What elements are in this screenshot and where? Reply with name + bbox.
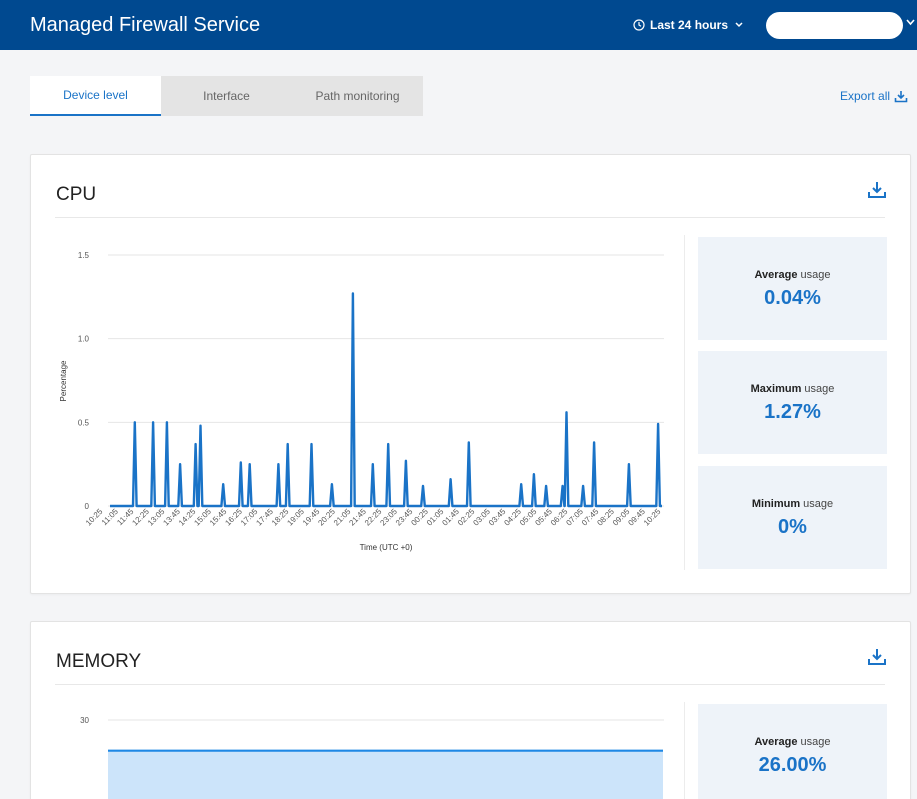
cpu-series-line	[110, 292, 662, 508]
cpu-data-point	[331, 483, 333, 486]
cpu-download-icon[interactable]	[867, 181, 887, 199]
memory-vertical-divider	[684, 702, 685, 799]
cpu-data-point	[352, 292, 354, 295]
cpu-chart: 00.51.01.5Percentage10:2511:0511:4512:25…	[59, 251, 664, 552]
memory-area-fill	[108, 750, 663, 799]
memory-y-tick-label: 30	[80, 716, 89, 725]
cpu-maximum-value: 1.27%	[764, 401, 821, 423]
memory-card: MEMORY 30 Average usage 26.00%	[30, 621, 911, 799]
cpu-data-point	[134, 421, 136, 424]
cpu-data-point	[545, 485, 547, 487]
cpu-data-point	[593, 441, 595, 444]
cpu-minimum-stat: Minimum usage 0%	[698, 466, 887, 569]
view-tabs: Device level Interface Path monitoring	[30, 76, 423, 116]
cpu-data-point	[152, 421, 154, 424]
cpu-data-point	[449, 478, 452, 481]
memory-average-label: Average usage	[754, 736, 831, 748]
memory-average-stat: Average usage 26.00%	[698, 704, 887, 799]
app-title: Managed Firewall Service	[30, 14, 261, 36]
cpu-data-point	[199, 424, 202, 427]
cpu-x-axis-label: Time (UTC +0)	[360, 543, 413, 552]
cpu-data-point	[561, 485, 564, 487]
tab-interface[interactable]: Interface	[161, 76, 292, 116]
tab-path-monitoring[interactable]: Path monitoring	[292, 76, 423, 116]
memory-download-icon[interactable]	[867, 648, 887, 666]
cpu-data-point	[222, 483, 224, 486]
cpu-data-point	[372, 463, 374, 466]
cpu-data-point	[422, 485, 424, 487]
memory-average-value: 26.00%	[758, 754, 827, 776]
cpu-x-tick-label: 10:25	[642, 507, 663, 528]
time-range-select[interactable]: Last 24 hours	[633, 18, 748, 32]
cpu-data-point	[166, 421, 168, 424]
cpu-maximum-label: Maximum usage	[750, 383, 835, 395]
cpu-average-label: Average usage	[754, 269, 831, 281]
cpu-average-stat: Average usage 0.04%	[698, 237, 887, 340]
cpu-data-point	[468, 441, 470, 444]
export-all-button[interactable]: Export all	[840, 89, 908, 103]
cpu-data-point	[179, 463, 181, 466]
cpu-data-point	[310, 443, 313, 445]
cpu-data-point	[405, 460, 407, 462]
cpu-minimum-value: 0%	[778, 516, 807, 538]
account-selector[interactable]	[766, 12, 903, 39]
export-all-label: Export all	[840, 89, 891, 103]
account-chevron-down-icon[interactable]	[906, 19, 915, 26]
clock-icon	[633, 19, 645, 31]
cpu-data-point	[520, 483, 522, 486]
cpu-y-tick-label: 1.5	[78, 251, 90, 260]
cpu-minimum-label: Minimum usage	[751, 498, 834, 510]
tab-device-level[interactable]: Device level	[30, 76, 161, 116]
cpu-data-point	[286, 443, 289, 445]
cpu-data-point	[533, 473, 535, 476]
cpu-data-point	[628, 463, 630, 466]
cpu-data-point	[240, 461, 242, 464]
cpu-data-point	[565, 411, 568, 414]
cpu-vertical-divider	[684, 235, 685, 570]
cpu-data-point	[277, 463, 280, 466]
cpu-data-point	[582, 485, 584, 487]
cpu-data-point	[657, 423, 659, 425]
memory-chart: 30	[80, 716, 664, 799]
cpu-y-tick-label: 1.0	[78, 335, 90, 344]
cpu-data-point	[387, 443, 390, 445]
cpu-y-tick-label: 0	[85, 502, 90, 511]
time-range-label: Last 24 hours	[650, 18, 729, 32]
cpu-maximum-stat: Maximum usage 1.27%	[698, 351, 887, 454]
cpu-data-point	[194, 443, 197, 445]
cpu-card: CPU 0 0.5 1.0 1.5 Percentage 10:25 11:05 11:45 1…	[30, 154, 911, 594]
cpu-data-point	[248, 463, 251, 466]
cpu-average-value: 0.04%	[764, 287, 821, 309]
download-icon	[894, 90, 908, 102]
cpu-y-axis-label: Percentage	[59, 360, 68, 401]
top-bar: Managed Firewall Service Last 24 hours	[0, 0, 917, 50]
cpu-y-tick-label: 0.5	[78, 418, 90, 427]
chevron-down-icon	[735, 22, 743, 28]
